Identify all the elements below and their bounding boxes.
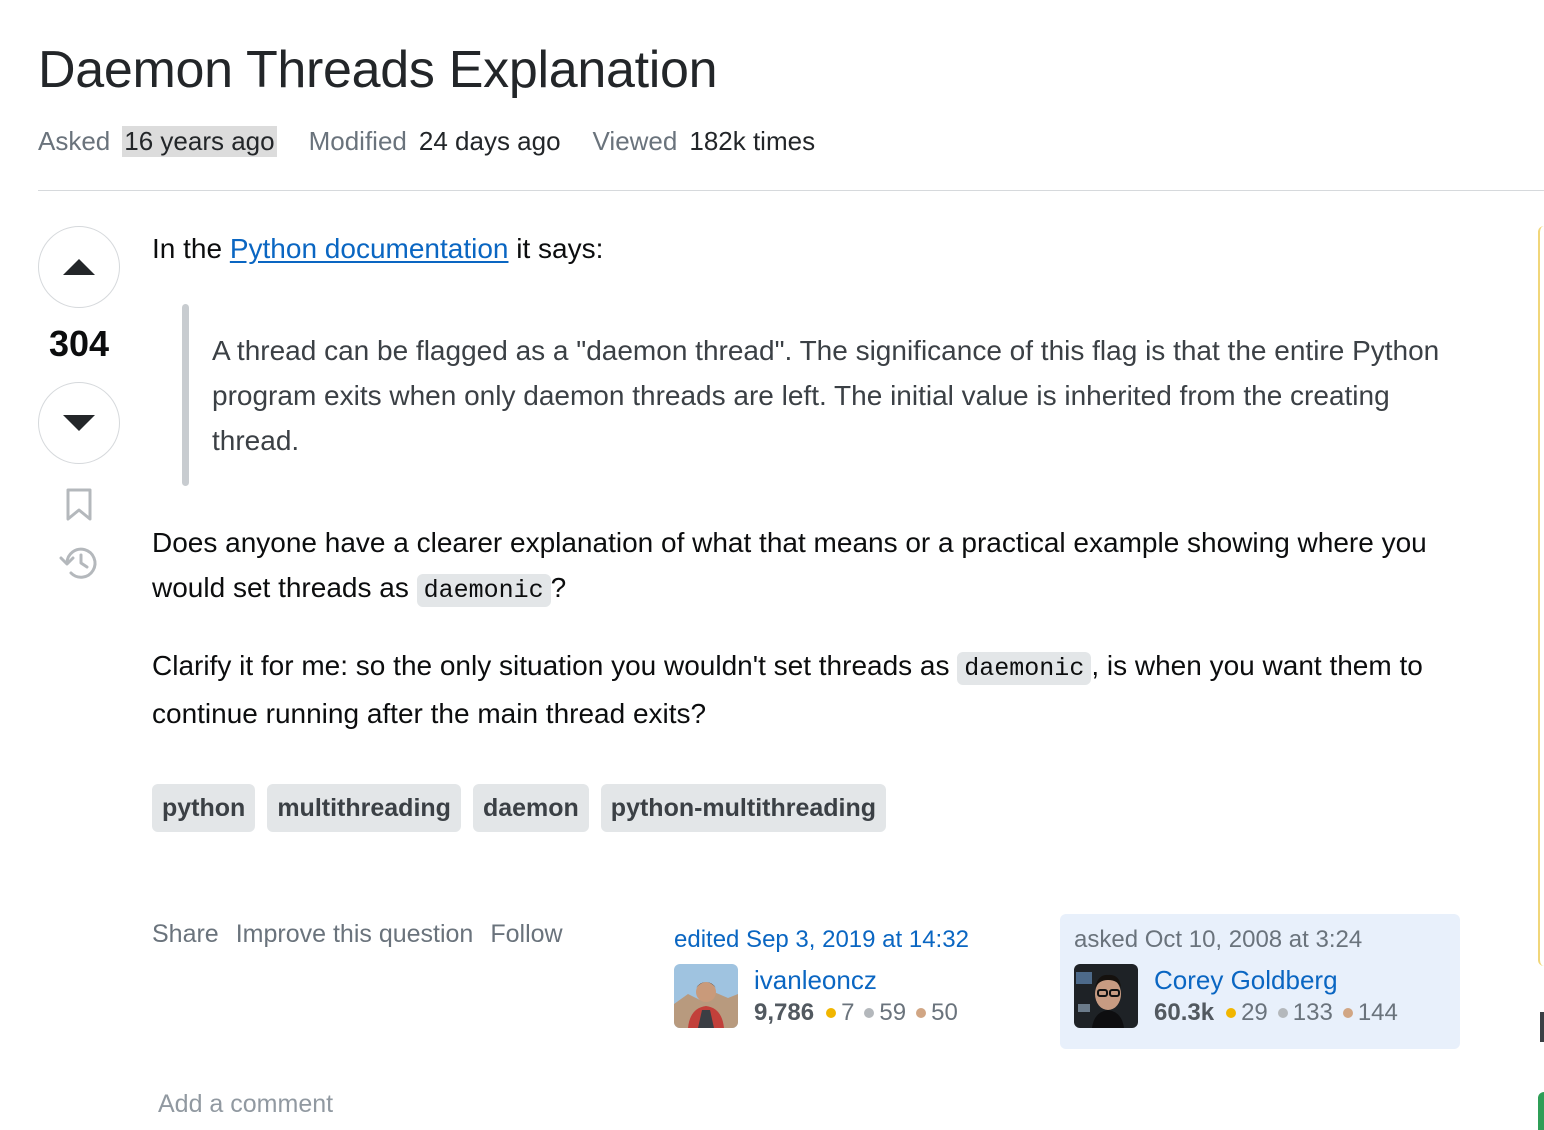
modified-label: Modified — [308, 126, 407, 156]
intro-text-after: it says: — [508, 233, 604, 264]
post-actions: Share Improve this question Follow — [152, 920, 580, 949]
question-paragraph-2: Does anyone have a clearer explanation o… — [152, 520, 1452, 613]
tag-multithreading[interactable]: multithreading — [267, 784, 461, 832]
tag-python-multithreading[interactable]: python-multithreading — [600, 784, 887, 832]
para2-text: Does anyone have a clearer explanation o… — [152, 527, 1427, 603]
sidebar-widget-edge-green — [1538, 1092, 1544, 1130]
gold-badge-icon — [826, 1008, 837, 1018]
asked-label: Asked — [38, 126, 111, 156]
history-icon — [59, 547, 97, 579]
viewed-label: Viewed — [592, 126, 678, 156]
blockquote: A thread can be flagged as a "daemon thr… — [182, 304, 1442, 486]
owner-signature: asked Oct 10, 2008 at 3:24 Corey Goldber… — [1060, 914, 1460, 1049]
viewed-value: 182k times — [689, 126, 816, 156]
editor-info: ivanleoncz 9,786 7 59 50 — [754, 964, 968, 1030]
question-title[interactable]: Daemon Threads Explanation — [38, 40, 718, 100]
asked-meta: Asked 16 years ago — [38, 126, 277, 157]
owner-bronze-count: 144 — [1357, 999, 1398, 1026]
question-paragraph-3: Clarify it for me: so the only situation… — [152, 643, 1452, 736]
history-button[interactable] — [59, 545, 99, 586]
tag-daemon[interactable]: daemon — [472, 784, 589, 832]
blockquote-bar — [182, 304, 189, 486]
owner-rep-score: 60.3k — [1154, 999, 1215, 1026]
owner-reputation: 60.3k 29 133 144 — [1154, 996, 1408, 1030]
edited-time-link[interactable]: edited Sep 3, 2019 at 14:32 — [674, 926, 1004, 954]
follow-button[interactable]: Follow — [490, 920, 562, 949]
tag-python[interactable]: python — [152, 784, 256, 832]
vote-count: 304 — [48, 323, 110, 364]
header-divider — [38, 190, 1544, 191]
bookmark-button[interactable] — [65, 488, 93, 527]
para2-text-after: ? — [550, 572, 567, 603]
bronze-badge-icon — [916, 1008, 927, 1018]
editor-user-card: ivanleoncz 9,786 7 59 50 — [674, 964, 1004, 1030]
blockquote-text: A thread can be flagged as a "daemon thr… — [212, 335, 1440, 456]
question-meta: Asked 16 years ago Modified 24 days ago … — [38, 126, 847, 157]
upvote-button[interactable] — [38, 226, 120, 308]
bookmark-icon — [66, 488, 92, 521]
inline-code: daemonic — [957, 652, 1092, 685]
sidebar-edge-mark — [1540, 1012, 1544, 1042]
viewed-meta: Viewed 182k times — [593, 126, 816, 157]
improve-question-link[interactable]: Improve this question — [236, 920, 474, 949]
upvote-icon — [63, 259, 95, 275]
asked-time: asked Oct 10, 2008 at 3:24 — [1074, 926, 1363, 953]
owner-user-card: Corey Goldberg 60.3k 29 133 144 — [1074, 964, 1446, 1030]
owner-name[interactable]: Corey Goldberg — [1154, 964, 1408, 996]
gold-badge-icon — [1226, 1008, 1237, 1018]
modified-meta: Modified 24 days ago — [309, 126, 561, 157]
editor-signature: edited Sep 3, 2019 at 14:32 ivanleoncz 9… — [674, 926, 1004, 1030]
editor-avatar[interactable] — [674, 964, 738, 1028]
share-link[interactable]: Share — [152, 920, 219, 949]
silver-badge-icon — [1277, 1008, 1288, 1018]
silver-badge-icon — [864, 1008, 875, 1018]
owner-info: Corey Goldberg 60.3k 29 133 144 — [1154, 964, 1408, 1030]
tag-list: python multithreading daemon python-mult… — [152, 784, 898, 832]
asked-value: 16 years ago — [122, 126, 277, 157]
intro-text-before: In the — [152, 233, 230, 264]
para3-text: Clarify it for me: so the only situation… — [152, 650, 958, 681]
editor-silver-count: 59 — [879, 999, 907, 1026]
add-comment-link[interactable]: Add a comment — [158, 1090, 333, 1119]
python-docs-link[interactable]: Python documentation — [230, 233, 509, 264]
owner-avatar[interactable] — [1074, 964, 1138, 1028]
question-intro: In the Python documentation it says: — [152, 226, 1452, 271]
editor-gold-count: 7 — [841, 999, 855, 1026]
editor-name[interactable]: ivanleoncz — [754, 964, 968, 996]
modified-value[interactable]: 24 days ago — [419, 126, 561, 157]
sidebar-widget-edge — [1538, 226, 1544, 966]
inline-code: daemonic — [416, 574, 551, 607]
editor-bronze-count: 50 — [931, 999, 958, 1026]
owner-silver-count: 133 — [1292, 999, 1333, 1026]
downvote-button[interactable] — [38, 382, 120, 464]
bronze-badge-icon — [1342, 1008, 1353, 1018]
vote-cell: 304 — [38, 226, 120, 586]
editor-rep-score: 9,786 — [754, 999, 815, 1026]
downvote-icon — [63, 415, 95, 431]
editor-reputation: 9,786 7 59 50 — [754, 996, 968, 1030]
owner-gold-count: 29 — [1241, 999, 1268, 1026]
